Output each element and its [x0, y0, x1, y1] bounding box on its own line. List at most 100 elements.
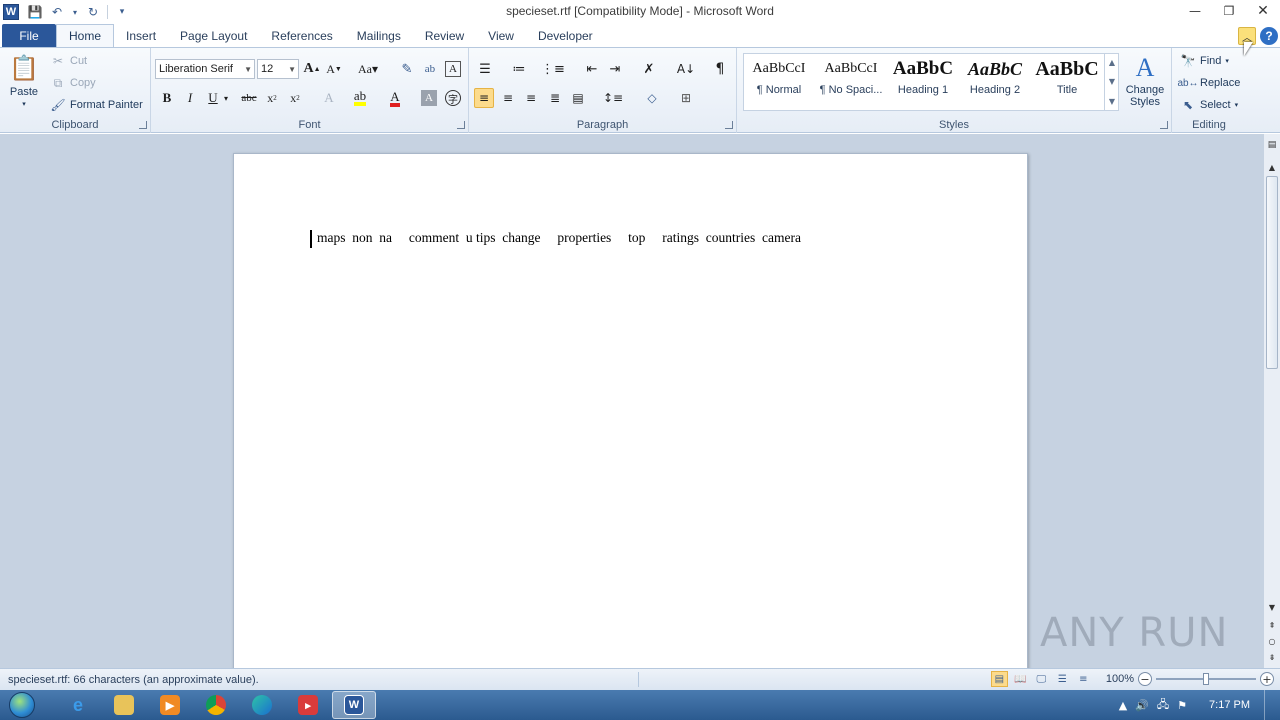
start-button[interactable] — [0, 690, 44, 720]
bold-icon[interactable]: B — [157, 88, 177, 108]
status-word-count[interactable]: specieset.rtf: 66 characters (an approxi… — [8, 674, 259, 686]
full-screen-reading-icon[interactable]: 📖 — [1012, 671, 1029, 687]
minimize-window-icon[interactable]: — — [1178, 0, 1212, 22]
copy-button[interactable]: ⧉ Copy — [50, 75, 96, 91]
undo-icon[interactable]: ↶ — [49, 4, 65, 20]
taskbar-clock[interactable]: 7:17 PM — [1209, 699, 1250, 711]
highlight-icon[interactable]: ab — [350, 88, 370, 108]
next-page-icon[interactable]: ⇟ — [1264, 650, 1280, 664]
paragraph-dialog-launcher[interactable] — [725, 121, 733, 129]
style-title[interactable]: AaBbC Title — [1031, 54, 1103, 106]
tab-mailings[interactable]: Mailings — [345, 24, 413, 47]
draft-view-icon[interactable]: ≡ — [1075, 671, 1092, 687]
customize-qat-icon[interactable]: ▾ — [114, 4, 130, 20]
action-center-flag-icon[interactable]: ⚑ — [1177, 699, 1187, 712]
borders-icon[interactable]: ⊞ — [676, 88, 696, 108]
tab-insert[interactable]: Insert — [114, 24, 168, 47]
show-desktop-button[interactable] — [1264, 690, 1274, 720]
web-layout-icon[interactable]: 🖵 — [1033, 671, 1050, 687]
style-heading-2[interactable]: AaBbC Heading 2 — [959, 54, 1031, 106]
save-icon[interactable]: 💾 — [27, 4, 43, 20]
phonetic-guide-icon[interactable]: ab — [420, 59, 440, 79]
style-heading-1[interactable]: AaBbC Heading 1 — [887, 54, 959, 106]
restore-window-icon[interactable]: ❐ — [1212, 0, 1246, 22]
zoom-slider[interactable] — [1156, 673, 1256, 685]
gallery-up-icon[interactable]: ▲ — [1109, 58, 1115, 67]
clipboard-dialog-launcher[interactable] — [139, 121, 147, 129]
strikethrough-icon[interactable]: abc — [239, 88, 259, 108]
format-painter-button[interactable]: 🖌 Format Painter — [50, 97, 142, 113]
taskbar-file-explorer[interactable] — [102, 691, 146, 719]
document-text[interactable]: maps non na comment u tips change proper… — [317, 230, 801, 246]
zoom-out-icon[interactable]: − — [1138, 672, 1152, 686]
tab-home[interactable]: Home — [56, 24, 115, 47]
taskbar-edge[interactable] — [240, 691, 284, 719]
document-page[interactable]: maps non na comment u tips change proper… — [233, 153, 1028, 668]
vertical-scrollbar[interactable]: ▤ ▲ ▼ ⇞ ○ ⇟ — [1263, 134, 1280, 668]
justify-icon[interactable]: ≣ — [545, 88, 565, 108]
taskbar-chrome[interactable] — [194, 691, 238, 719]
gallery-more-icon[interactable]: ▼ — [1109, 97, 1115, 106]
network-icon[interactable]: 🖧 — [1157, 696, 1169, 715]
shrink-font-icon[interactable]: A ▼ — [324, 59, 344, 79]
help-icon[interactable]: ? — [1260, 27, 1278, 45]
paste-button[interactable]: 📋 Paste ▾ — [6, 52, 42, 109]
font-color-icon[interactable]: A — [385, 88, 405, 108]
redo-icon[interactable]: ↻ — [85, 4, 101, 20]
replace-button[interactable]: ab↔ Replace — [1177, 75, 1240, 91]
select-browse-object-icon[interactable]: ○ — [1264, 634, 1280, 648]
scroll-thumb[interactable] — [1266, 176, 1278, 369]
numbering-icon[interactable]: ≔ — [509, 59, 529, 79]
style-no-spacing[interactable]: AaBbCcI ¶ No Spaci... — [815, 54, 887, 106]
superscript-icon[interactable]: x2 — [285, 88, 305, 108]
font-size-combo[interactable]: 12 ▼ — [257, 59, 299, 79]
show-formatting-marks-icon[interactable]: ¶ — [710, 59, 730, 79]
font-family-combo[interactable]: Liberation Serif ▼ — [155, 59, 255, 79]
character-shading-icon[interactable]: A — [421, 90, 437, 106]
align-right-icon[interactable]: ≡ — [521, 88, 541, 108]
font-dialog-launcher[interactable] — [457, 121, 465, 129]
multilevel-list-icon[interactable]: ⋮≡ — [541, 59, 565, 79]
tab-view[interactable]: View — [476, 24, 526, 47]
italic-icon[interactable]: I — [180, 88, 200, 108]
tab-developer[interactable]: Developer — [526, 24, 605, 47]
styles-dialog-launcher[interactable] — [1160, 121, 1168, 129]
taskbar-word[interactable]: W — [332, 691, 376, 719]
line-spacing-icon[interactable]: ↕≡ — [603, 88, 623, 108]
scroll-up-icon[interactable]: ▲ — [1264, 160, 1280, 174]
enclose-characters-icon[interactable]: 字 — [445, 90, 461, 106]
clear-formatting-icon[interactable]: ✎ — [397, 59, 417, 79]
bullets-icon[interactable]: ☰ — [475, 59, 495, 79]
sort-icon[interactable]: A↓ — [676, 59, 696, 79]
tab-page-layout[interactable]: Page Layout — [168, 24, 259, 47]
select-button[interactable]: ⬉ Select ▾ — [1180, 97, 1238, 113]
zoom-level[interactable]: 100% — [1106, 673, 1134, 685]
undo-dropdown-icon[interactable]: ▾ — [71, 4, 79, 20]
show-hidden-icons-icon[interactable]: ▲ — [1119, 699, 1127, 712]
tab-file[interactable]: File — [2, 24, 56, 47]
distributed-icon[interactable]: ▤ — [568, 88, 588, 108]
align-left-icon[interactable]: ≡ — [474, 88, 494, 108]
view-ruler-icon[interactable]: ▤ — [1264, 138, 1280, 152]
shading-icon[interactable]: ◇ — [642, 88, 662, 108]
cut-button[interactable]: ✂ Cut — [50, 53, 87, 69]
previous-page-icon[interactable]: ⇞ — [1264, 618, 1280, 632]
change-case-icon[interactable]: Aa▾ — [354, 59, 382, 79]
align-center-icon[interactable]: ≡ — [498, 88, 518, 108]
print-layout-icon[interactable]: ▤ — [990, 671, 1008, 687]
zoom-in-icon[interactable]: + — [1260, 672, 1274, 686]
tab-references[interactable]: References — [259, 24, 344, 47]
tab-review[interactable]: Review — [413, 24, 476, 47]
character-border-icon[interactable]: A — [445, 61, 461, 77]
underline-icon[interactable]: U — [203, 88, 223, 108]
increase-indent-icon[interactable]: ⇥ — [605, 59, 625, 79]
taskbar-anyrun[interactable]: ▸ — [286, 691, 330, 719]
decrease-indent-icon[interactable]: ⇤ — [582, 59, 602, 79]
taskbar-media-player[interactable]: ▶ — [148, 691, 192, 719]
close-window-icon[interactable]: ✕ — [1246, 0, 1280, 22]
subscript-icon[interactable]: x2 — [262, 88, 282, 108]
underline-dropdown-icon[interactable]: ▾ — [221, 88, 231, 108]
scroll-down-icon[interactable]: ▼ — [1264, 600, 1280, 614]
find-button[interactable]: 🔭 Find ▾ — [1180, 53, 1229, 69]
volume-icon[interactable]: 🔊 — [1135, 699, 1149, 712]
